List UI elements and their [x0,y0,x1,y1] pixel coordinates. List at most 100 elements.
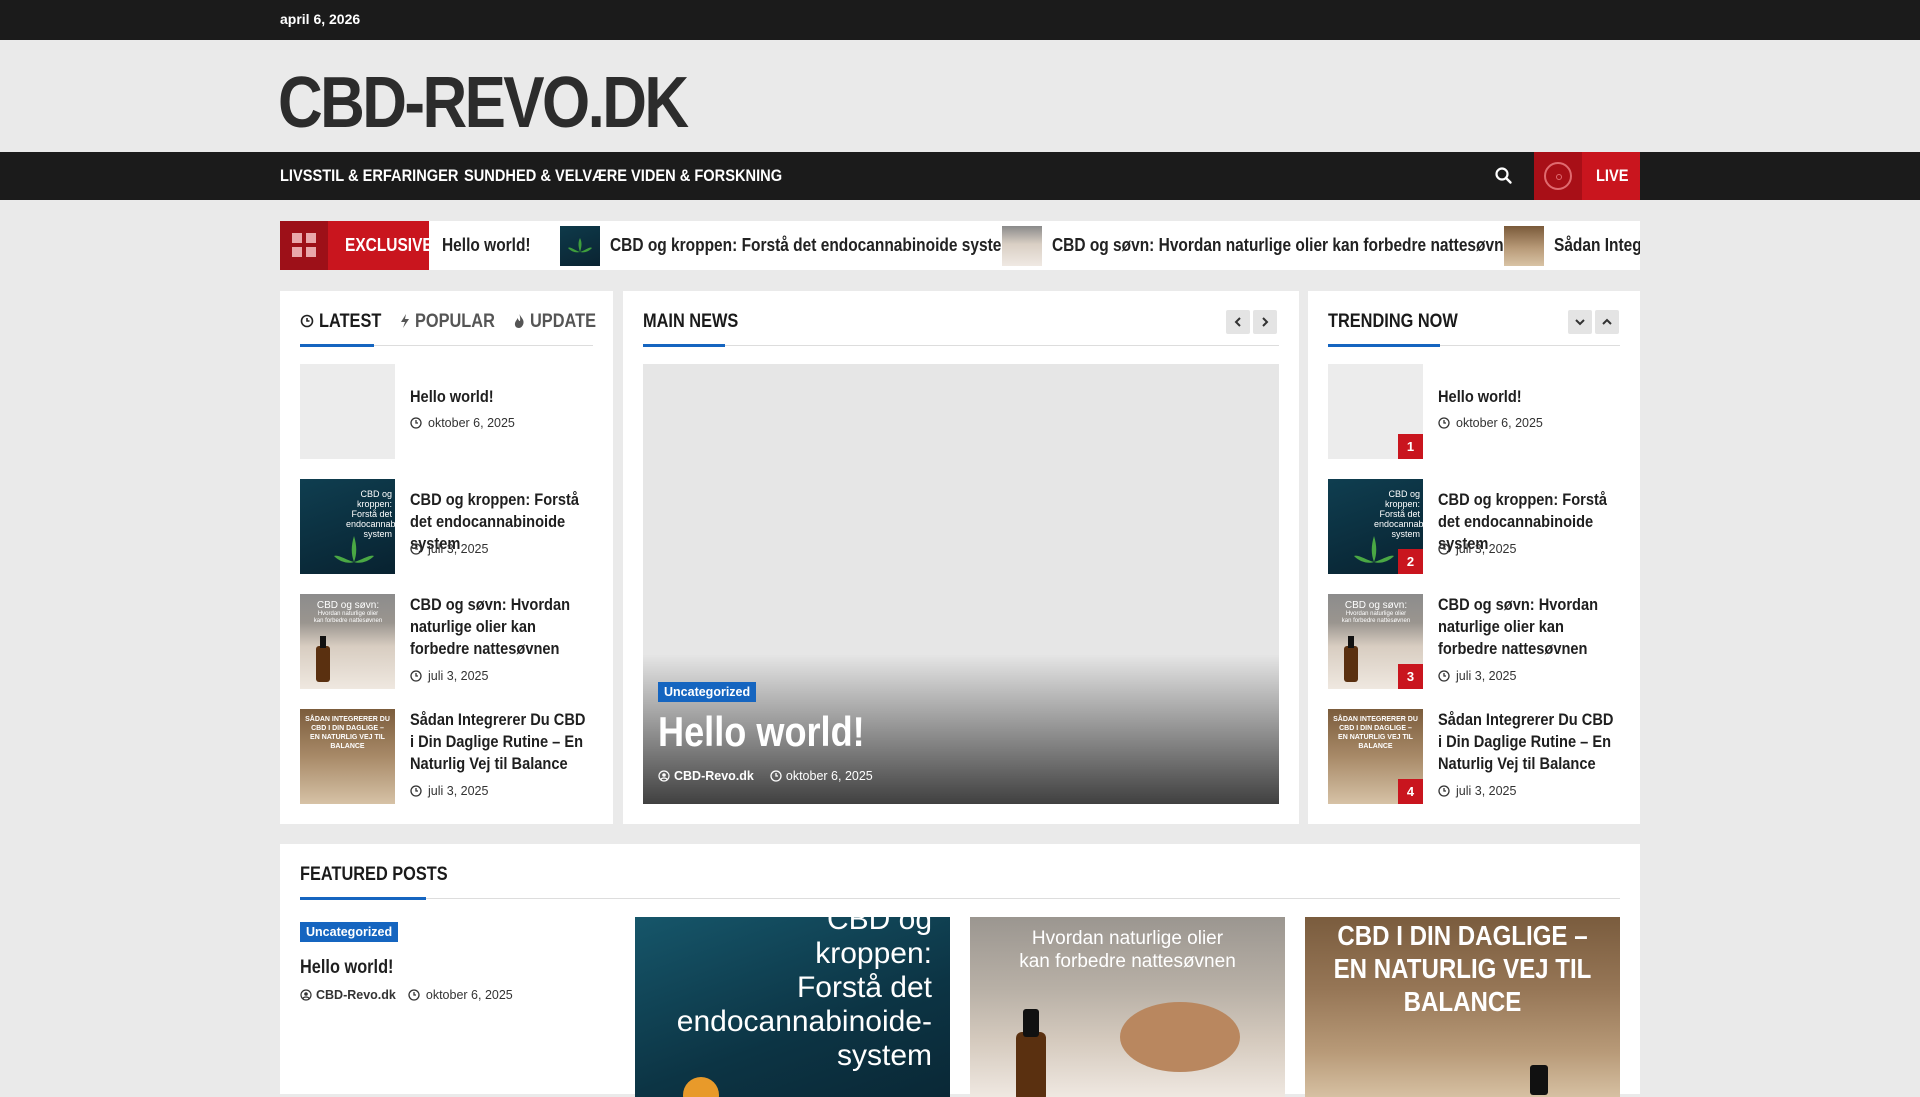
chevron-left-icon [1234,317,1241,327]
clock-icon [300,314,314,328]
site-header: CBD-REVO.DK [0,40,1920,152]
list-item[interactable]: SÅDAN INTEGRERER DU CBD I DIN DAGLIGE – EN… [300,709,593,804]
ticker-item[interactable]: Hello world! [442,221,545,270]
clock-icon [1438,670,1450,682]
tab-latest[interactable]: LATEST [300,311,392,333]
post-date: juli 3, 2025 [1438,784,1516,798]
tab-bar: LATEST POPULAR UPDATE [300,311,596,347]
live-indicator-icon [1534,152,1582,200]
slider-prev-button[interactable] [1226,310,1250,334]
list-item[interactable]: CBD og søvn: Hvordan naturlige olier kan… [300,594,593,689]
post-date: juli 3, 2025 [410,669,488,683]
list-item[interactable]: SÅDAN INTEGRERER DU CBD I DIN DAGLIGE – EN… [1328,709,1621,804]
site-title-link[interactable]: CBD-REVO.DK [278,62,689,144]
current-date: april 6, 2026 [280,11,361,27]
tab-update[interactable]: UPDATE [514,311,607,333]
featured-meta: CBD-Revo.dk oktober 6, 2025 [300,988,513,1002]
post-title: CBD og søvn: Hvordan naturlige olier kan… [1438,595,1599,658]
list-item[interactable]: CBD ogkroppen:Forstå detendocannabinoide… [1328,479,1621,574]
nav-item-viden[interactable]: VIDEN & FORSKNING [631,166,782,186]
main-nav: LIVSSTIL & ERFARINGER SUNDHED & VELVÆRE … [0,152,1920,200]
post-date: oktober 6, 2025 [1438,416,1543,430]
post-date: juli 3, 2025 [1438,669,1516,683]
ticker-thumb-image [1002,225,1042,266]
post-date: oktober 6, 2025 [410,416,515,430]
slider-next-button[interactable] [1253,310,1277,334]
search-button[interactable] [1492,164,1516,188]
fire-icon [514,314,524,328]
section-title: FEATURED POSTS [300,864,448,885]
post-title: CBD og søvn: Hvordan naturlige olier kan… [410,595,571,658]
author[interactable]: CBD-Revo.dk [658,769,754,783]
trending-down-button[interactable] [1568,310,1592,334]
latest-popular-update-panel: LATEST POPULAR UPDATE Hello world! oktob… [280,291,613,824]
rank-badge: 1 [1398,434,1423,459]
clock-icon [1438,543,1450,555]
nav-item-sundhed[interactable]: SUNDHED & VELVÆRE [464,166,627,186]
post-date: juli 3, 2025 [410,542,488,556]
slide-title[interactable]: Hello world! [658,708,865,756]
grid-icon [280,221,328,270]
rank-badge: 3 [1398,664,1423,689]
category-badge[interactable]: Uncategorized [300,922,399,942]
clock-icon [410,543,422,555]
user-icon [658,770,670,782]
clock-icon [1438,785,1450,797]
rank-badge: 2 [1398,549,1423,574]
clock-icon [770,770,782,782]
section-title: MAIN NEWS [643,311,739,332]
post-thumbnail: SÅDAN INTEGRERER DU CBD I DIN DAGLIGE – EN… [300,709,395,804]
featured-header: FEATURED POSTS [300,864,1620,900]
post-title: Hello world! [410,387,494,406]
trending-up-button[interactable] [1595,310,1619,334]
list-item[interactable]: 1 Hello world! oktober 6, 2025 [1328,364,1621,459]
live-button[interactable]: LIVE [1534,152,1640,200]
featured-image-card[interactable]: CBD I DIN DAGLIGE – EN NATURLIG VEJ TIL … [1305,917,1620,1097]
ticker-thumb-image [560,225,600,266]
featured-image-card[interactable]: Hvordan naturlige olier kan forbedre nat… [970,917,1285,1097]
main-news-panel: MAIN NEWS Uncategorized Hello world! CBD… [623,291,1299,824]
ticker-item[interactable]: Sådan Integ [1504,221,1640,270]
chevron-up-icon [1602,318,1612,325]
post-date: juli 3, 2025 [410,784,488,798]
slide-meta: CBD-Revo.dk oktober 6, 2025 [658,769,873,783]
live-label: LIVE [1596,166,1629,185]
featured-posts-panel: FEATURED POSTS Uncategorized Hello world… [280,844,1640,1097]
rank-badge: 4 [1398,779,1423,804]
search-icon [1495,167,1512,184]
clock-icon [410,785,422,797]
bolt-icon [401,314,409,328]
exclusive-ticker: EXCLUSIVE Hello world! CBD og kroppen: F… [280,221,1640,270]
user-icon [300,989,312,1001]
post-title: Hello world! [1438,387,1522,406]
featured-title[interactable]: Hello world! [300,957,394,979]
category-badge[interactable]: Uncategorized [658,682,757,702]
post-thumbnail: CBD ogkroppen:Forstå detendocannabinoide… [300,479,395,574]
top-bar: april 6, 2026 [0,0,1920,40]
tab-popular[interactable]: POPULAR [400,311,508,333]
list-item[interactable]: CBD og søvn: Hvordan naturlige olier kan… [1328,594,1621,689]
section-title: TRENDING NOW [1328,311,1458,332]
post-title: Sådan Integrerer Du CBD i Din Daglige Ru… [410,710,586,773]
clock-icon [1438,417,1450,429]
post-title: Sådan Integrerer Du CBD i Din Daglige Ru… [1438,710,1614,773]
clock-icon [410,670,422,682]
post-thumbnail: CBD og søvn: Hvordan naturlige olier kan… [300,594,395,689]
active-tab-indicator [300,344,374,347]
main-news-header: MAIN NEWS [643,311,1279,347]
post-thumbnail [300,364,395,459]
clock-icon [410,417,422,429]
clock-icon [408,989,420,1001]
list-item[interactable]: CBD ogkroppen:Forstå detendocannabinoide… [300,479,593,574]
featured-date: oktober 6, 2025 [408,988,513,1002]
featured-image-card[interactable]: CBD og kroppen: Forstå det endocannabino… [635,917,950,1097]
ticker-thumb-image [1504,225,1544,266]
main-news-slide[interactable]: Uncategorized Hello world! CBD-Revo.dk o… [643,364,1279,804]
nav-item-livsstil[interactable]: LIVSSTIL & ERFARINGER [280,166,458,186]
chevron-right-icon [1262,317,1269,327]
trending-now-panel: TRENDING NOW 1 Hello world! oktober 6, 2… [1308,291,1640,824]
slide-date: oktober 6, 2025 [770,769,873,783]
author[interactable]: CBD-Revo.dk [300,988,396,1002]
list-item[interactable]: Hello world! oktober 6, 2025 [300,364,593,459]
post-date: juli 3, 2025 [1438,542,1516,556]
